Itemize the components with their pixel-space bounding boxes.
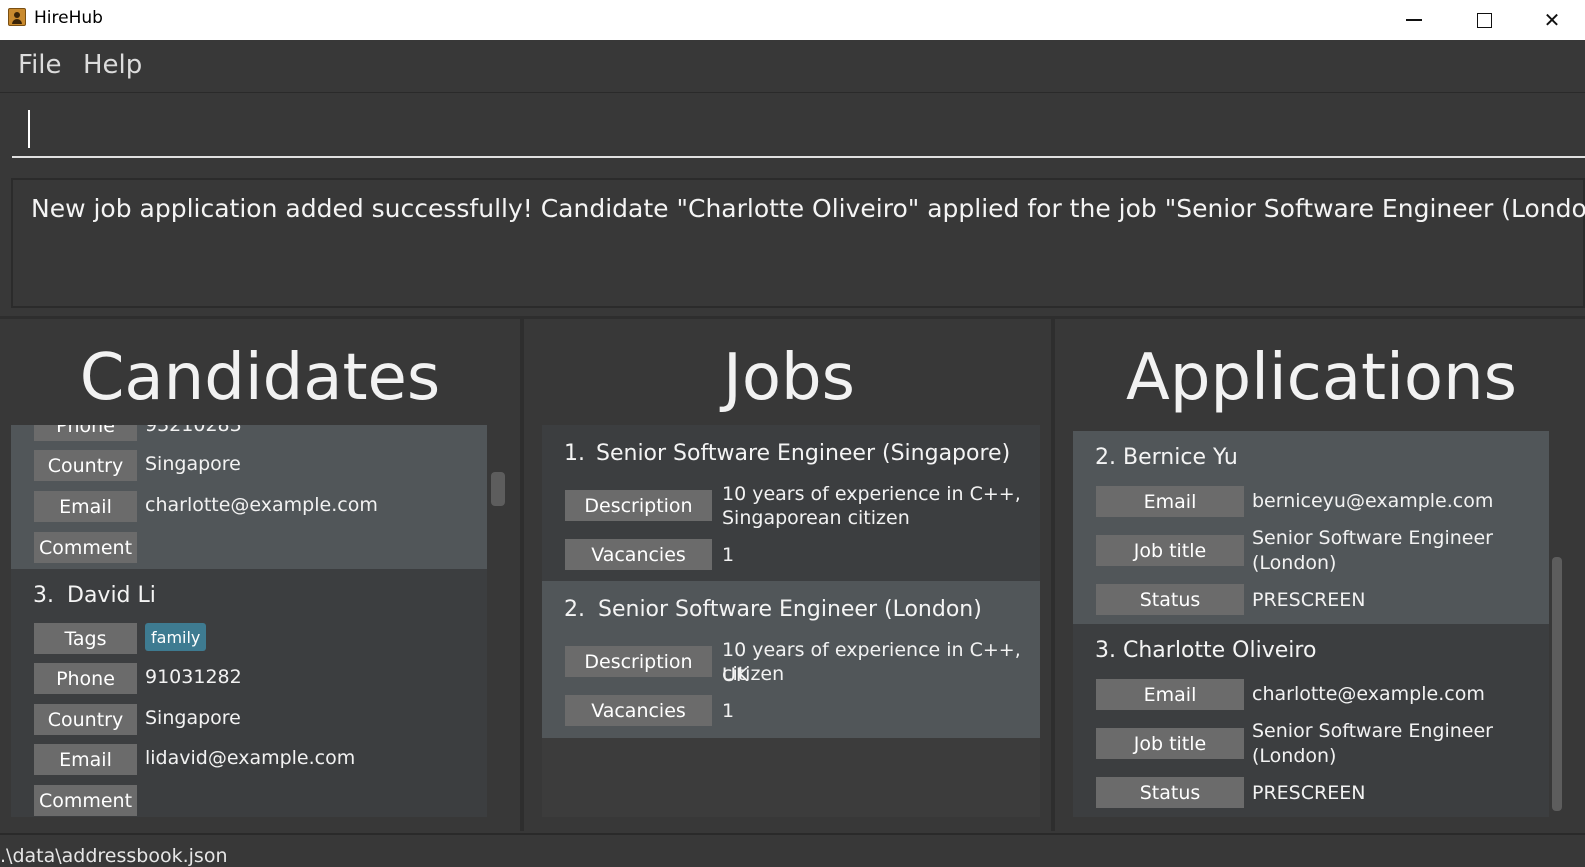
- email-value: lidavid@example.com: [145, 747, 356, 769]
- email-label: Email: [1096, 486, 1244, 517]
- email-value: charlotte@example.com: [1252, 683, 1485, 705]
- phone-label: Phone: [34, 425, 137, 441]
- email-label: Email: [34, 491, 137, 522]
- candidate-card[interactable]: Phone 93210283 Country Singapore Email c…: [11, 425, 487, 569]
- country-label: Country: [34, 704, 137, 735]
- applications-title: Applications: [1126, 341, 1517, 415]
- menu-bar: File Help: [0, 40, 1585, 93]
- country-value: Singapore: [145, 707, 241, 729]
- status-label: Status: [1096, 584, 1244, 615]
- applications-panel: Applications 2. Bernice Yu Email bernice…: [1058, 319, 1585, 831]
- command-input[interactable]: [12, 94, 1585, 158]
- tag-badge: family: [145, 623, 207, 651]
- job-index: 2.: [564, 597, 585, 622]
- menu-help[interactable]: Help: [83, 50, 142, 80]
- save-location: .\data\addressbook.json: [0, 845, 228, 867]
- status-bar: .\data\addressbook.json: [0, 833, 1585, 867]
- country-label: Country: [34, 450, 137, 481]
- job-title-value-line1: Senior Software Engineer: [1252, 527, 1493, 549]
- maximize-icon: [1476, 12, 1492, 28]
- comment-label: Comment: [34, 532, 137, 563]
- jobs-list[interactable]: 1. Senior Software Engineer (Singapore) …: [542, 425, 1040, 817]
- application-card[interactable]: 3. Charlotte Oliveiro Email charlotte@ex…: [1073, 624, 1549, 817]
- result-display: New job application added successfully! …: [11, 178, 1585, 308]
- job-card[interactable]: 1. Senior Software Engineer (Singapore) …: [542, 425, 1040, 581]
- tags-label: Tags: [34, 623, 137, 654]
- job-title-label: Job title: [1096, 728, 1244, 759]
- title-bar: HireHub ✕: [0, 0, 1585, 40]
- maximize-button[interactable]: [1450, 0, 1518, 40]
- minimize-button[interactable]: [1380, 0, 1448, 40]
- job-index: 1.: [564, 441, 585, 466]
- email-label: Email: [1096, 679, 1244, 710]
- comment-label: Comment: [34, 785, 137, 816]
- job-title-value-line2: (London): [1252, 552, 1337, 574]
- email-value: berniceyu@example.com: [1252, 490, 1494, 512]
- phone-label: Phone: [34, 663, 137, 694]
- description-label: Description: [565, 490, 712, 521]
- application-index: 2.: [1095, 445, 1116, 470]
- job-card[interactable]: 2. Senior Software Engineer (London) Des…: [542, 581, 1040, 738]
- job-title: Senior Software Engineer (Singapore): [596, 441, 1011, 466]
- app-icon: [8, 8, 26, 26]
- candidates-list[interactable]: Phone 93210283 Country Singapore Email c…: [11, 425, 487, 817]
- result-message: New job application added successfully! …: [31, 194, 1585, 223]
- vacancies-value: 1: [722, 700, 735, 722]
- candidates-title: Candidates: [79, 341, 441, 415]
- applications-list[interactable]: 2. Bernice Yu Email berniceyu@example.co…: [1073, 431, 1549, 817]
- jobs-title: Jobs: [723, 341, 855, 415]
- status-label: Status: [1096, 777, 1244, 808]
- menu-file[interactable]: File: [18, 50, 62, 80]
- application-index: 3.: [1095, 638, 1116, 663]
- country-value: Singapore: [145, 453, 241, 475]
- vacancies-value: 1: [722, 544, 735, 566]
- applications-scrollbar[interactable]: [1552, 557, 1562, 811]
- description-value-line1: 10 years of experience in C++,: [722, 483, 1021, 505]
- email-value: charlotte@example.com: [145, 494, 378, 516]
- status-value: PRESCREEN: [1252, 782, 1366, 804]
- application-candidate-name: Bernice Yu: [1123, 445, 1238, 470]
- description-value-line2: citizen: [722, 663, 785, 685]
- candidate-index: 3.: [33, 583, 54, 608]
- candidate-card[interactable]: 3. David Li Tags family Phone 91031282 C…: [11, 569, 487, 817]
- candidates-panel: Candidates Phone 93210283 Country Singap…: [0, 319, 524, 831]
- application-card[interactable]: 2. Bernice Yu Email berniceyu@example.co…: [1073, 431, 1549, 624]
- description-label: Description: [565, 646, 712, 677]
- status-value: PRESCREEN: [1252, 589, 1366, 611]
- job-title-label: Job title: [1096, 535, 1244, 566]
- jobs-panel: Jobs 1. Senior Software Engineer (Singap…: [527, 319, 1055, 831]
- job-title-value-line2: (London): [1252, 745, 1337, 767]
- description-value-line2: Singaporean citizen: [722, 507, 910, 529]
- job-title-value-line1: Senior Software Engineer: [1252, 720, 1493, 742]
- candidate-name: David Li: [67, 583, 156, 608]
- phone-value: 93210283: [145, 425, 242, 436]
- vacancies-label: Vacancies: [565, 695, 712, 726]
- application-candidate-name: Charlotte Oliveiro: [1123, 638, 1317, 663]
- minimize-icon: [1406, 19, 1422, 21]
- job-title: Senior Software Engineer (London): [598, 597, 982, 622]
- phone-value: 91031282: [145, 666, 242, 688]
- candidates-scrollbar[interactable]: [491, 472, 505, 506]
- close-icon: ✕: [1543, 8, 1561, 32]
- window-title: HireHub: [34, 8, 103, 28]
- email-label: Email: [34, 744, 137, 775]
- close-button[interactable]: ✕: [1518, 0, 1585, 40]
- vacancies-label: Vacancies: [565, 539, 712, 570]
- text-caret: [28, 110, 30, 148]
